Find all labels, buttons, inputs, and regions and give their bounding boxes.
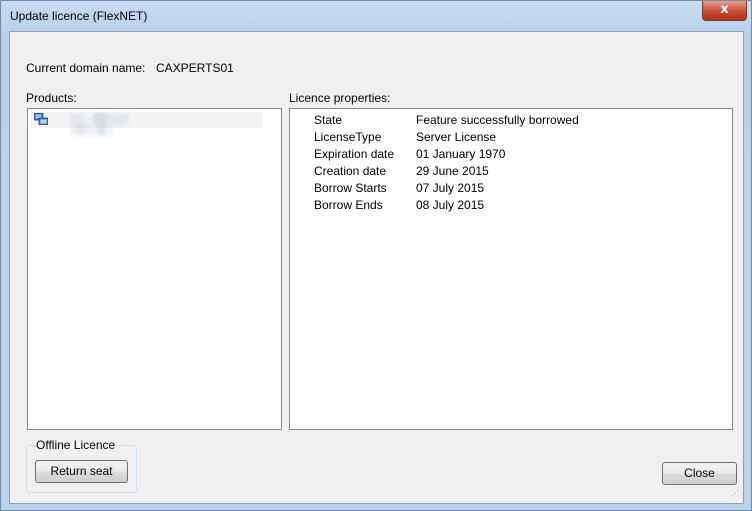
- property-value: 01 January 1970: [416, 147, 506, 161]
- property-value: 08 July 2015: [416, 198, 485, 212]
- property-key: Expiration date: [314, 147, 395, 161]
- offline-licence-group: Offline Licence Return seat: [26, 438, 137, 493]
- close-icon: x: [720, 2, 729, 17]
- products-list[interactable]: ░░ · ▒▒░░░ ░▒░░▒░: [27, 108, 282, 430]
- property-value: 29 June 2015: [416, 164, 489, 178]
- window-title: Update licence (FlexNET): [10, 9, 148, 23]
- property-key: Borrow Ends: [314, 198, 383, 212]
- domain-name-value: CAXPERTS01: [156, 61, 234, 75]
- licence-properties-label: Licence properties:: [289, 91, 391, 105]
- title-bar[interactable]: Update licence (FlexNET) x: [1, 1, 751, 31]
- licence-properties-list[interactable]: State Feature successfully borrowed Lice…: [289, 108, 733, 430]
- property-key: Creation date: [314, 164, 387, 178]
- dialog-window: Update licence (FlexNET) x Current domai…: [0, 0, 752, 511]
- offline-licence-group-title: Offline Licence: [34, 438, 118, 452]
- network-computer-icon: [34, 113, 48, 125]
- property-key: Borrow Starts: [314, 181, 387, 195]
- return-seat-button[interactable]: Return seat: [35, 460, 128, 483]
- property-key: LicenseType: [314, 130, 382, 144]
- dialog-client-area: Current domain name: CAXPERTS01 Products…: [9, 31, 744, 504]
- property-value: 07 July 2015: [416, 181, 485, 195]
- resize-grip-icon[interactable]: ⋰: [731, 490, 741, 501]
- domain-name-label: Current domain name:: [26, 61, 146, 75]
- property-value: Feature successfully borrowed: [416, 113, 579, 127]
- window-close-button[interactable]: x: [702, 1, 747, 21]
- list-item[interactable]: ░░ · ▒▒░░░ ░▒░░▒░: [30, 112, 262, 136]
- property-key: State: [314, 113, 343, 127]
- products-label: Products:: [26, 91, 77, 105]
- product-name-redacted: ░░ · ▒▒░░░ ░▒░░▒░: [70, 114, 129, 136]
- property-value: Server License: [416, 130, 497, 144]
- close-button[interactable]: Close: [662, 462, 737, 485]
